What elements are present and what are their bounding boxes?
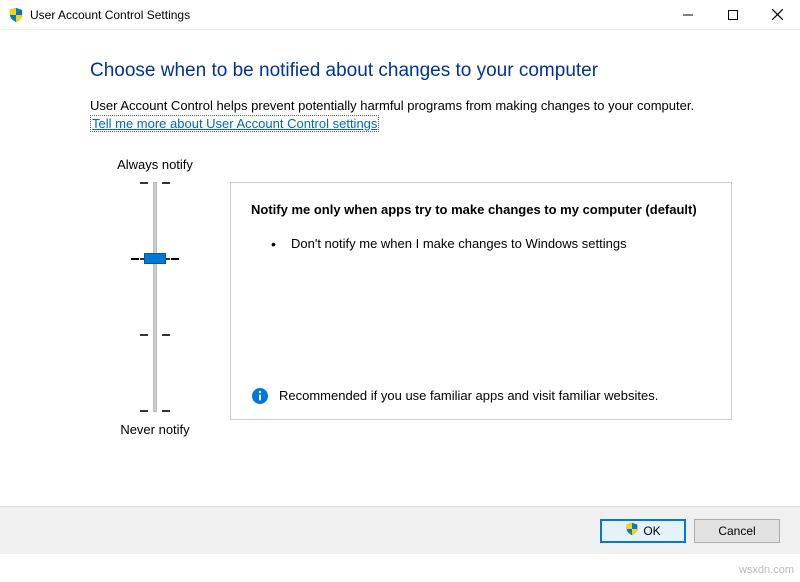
recommendation-row: Recommended if you use familiar apps and… [251,387,711,405]
cancel-button-label: Cancel [718,524,755,538]
content-area: Choose when to be notified about changes… [0,30,800,437]
ok-button-label: OK [643,524,660,538]
slider-area: Always notify Never notify Notify me onl… [90,157,760,437]
notification-title: Notify me only when apps try to make cha… [251,201,711,219]
window-controls [665,0,800,29]
notification-bullet-list: Don't notify me when I make changes to W… [251,235,711,253]
close-button[interactable] [755,0,800,29]
slider-tick [140,334,170,336]
slider-label-top: Always notify [117,157,193,172]
slider-tick [140,410,170,412]
page-description: User Account Control helps prevent poten… [90,98,760,113]
notification-description-box: Notify me only when apps try to make cha… [230,182,732,420]
slider-thumb-mark [171,258,179,260]
minimize-button[interactable] [665,0,710,29]
notification-slider[interactable] [125,182,185,412]
info-icon [251,387,269,405]
uac-shield-icon [8,7,24,23]
learn-more-link[interactable]: Tell me more about User Account Control … [90,115,379,132]
maximize-button[interactable] [710,0,755,29]
recommendation-text: Recommended if you use familiar apps and… [279,387,658,405]
slider-thumb-mark [131,258,139,260]
slider-thumb[interactable] [144,253,166,264]
dialog-footer: OK Cancel [0,506,800,554]
window-title: User Account Control Settings [30,8,665,22]
title-bar: User Account Control Settings [0,0,800,30]
watermark: wsxdn.com [739,564,794,576]
slider-track [153,182,157,412]
cancel-button[interactable]: Cancel [694,519,780,543]
page-heading: Choose when to be notified about changes… [90,60,760,82]
ok-button[interactable]: OK [600,519,686,543]
slider-label-bottom: Never notify [120,422,189,437]
uac-shield-icon [625,522,639,539]
slider-tick [140,182,170,184]
slider-column: Always notify Never notify [90,157,220,437]
notification-bullet: Don't notify me when I make changes to W… [275,235,711,253]
